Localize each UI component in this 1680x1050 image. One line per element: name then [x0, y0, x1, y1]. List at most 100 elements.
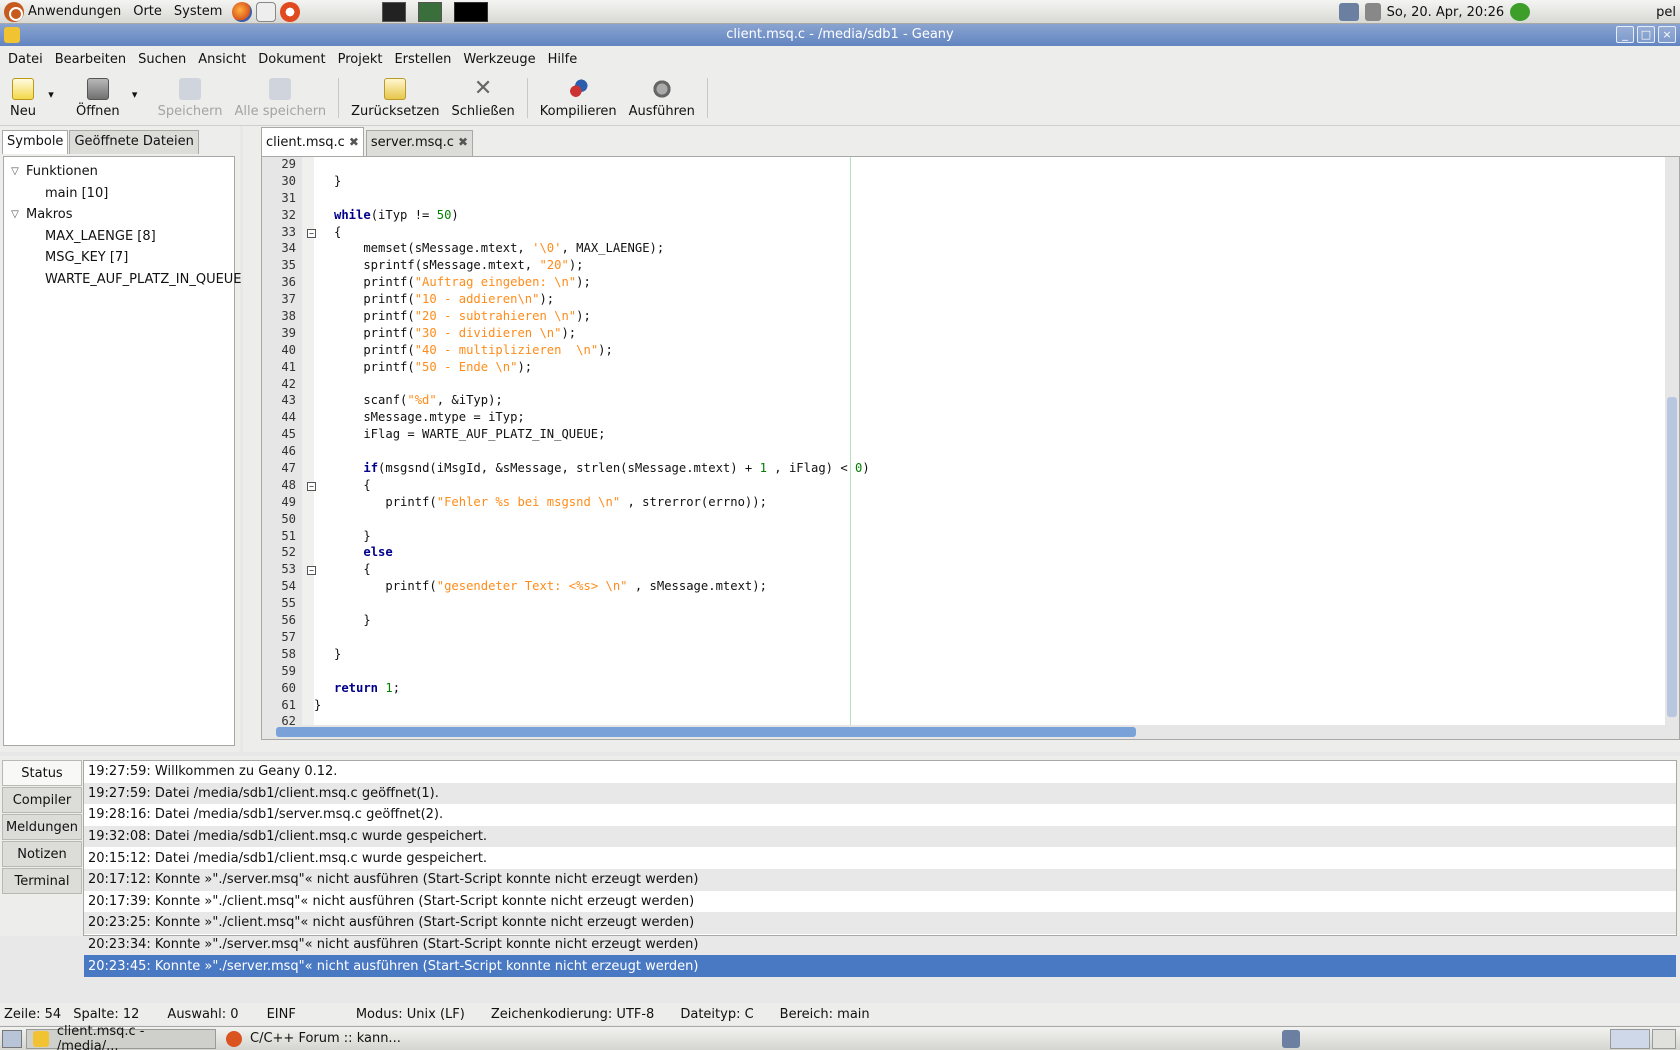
menu-system[interactable]: System: [174, 4, 222, 19]
list-item[interactable]: 20:23:25: Konnte »"./client.msq"« nicht …: [84, 912, 1676, 934]
open-button[interactable]: Öffnen: [70, 72, 126, 126]
tree-item-max-laenge[interactable]: MAX_LAENGE [8]: [4, 226, 234, 248]
fold-collapse-icon[interactable]: −: [307, 228, 316, 238]
menu-projekt[interactable]: Projekt: [334, 52, 391, 67]
code-line[interactable]: 37 printf("10 - addieren\n");: [262, 292, 1679, 309]
code-editor[interactable]: 29 30} 31 32 while(iTyp != 50) 33−{34 memset(…: [261, 156, 1680, 740]
expander-triangle-icon[interactable]: ▽: [4, 209, 26, 220]
code-line[interactable]: 49 printf("Fehler %s bei msgsnd \n" , st…: [262, 495, 1679, 512]
clock[interactable]: So, 20. Apr, 20:26: [1387, 5, 1505, 20]
code-line[interactable]: 51 }: [262, 529, 1679, 546]
run-button[interactable]: Ausführen: [623, 72, 701, 126]
save-button[interactable]: Speichern: [152, 72, 229, 126]
code-line[interactable]: 39 printf("30 - dividieren \n");: [262, 326, 1679, 343]
list-item[interactable]: 19:32:08: Datei /media/sdb1/client.msq.c…: [84, 825, 1676, 848]
new-dropdown-chevron-down-icon[interactable]: ▾: [42, 72, 60, 101]
menu-places[interactable]: Orte: [133, 4, 162, 19]
code-line[interactable]: 56 }: [262, 613, 1679, 630]
list-item[interactable]: 19:27:59: Willkommen zu Geany 0.12.: [84, 761, 1676, 783]
menu-ansicht[interactable]: Ansicht: [194, 52, 254, 67]
tab-terminal[interactable]: Terminal: [2, 868, 82, 894]
code-line[interactable]: 40 printf("40 - multiplizieren \n");: [262, 343, 1679, 360]
list-item[interactable]: 20:17:39: Konnte »"./client.msq"« nicht …: [84, 891, 1676, 913]
logout-icon[interactable]: [1510, 3, 1531, 21]
workspace-2[interactable]: [1652, 1028, 1676, 1049]
volume-icon[interactable]: [1364, 3, 1381, 21]
menu-dokument[interactable]: Dokument: [254, 52, 333, 67]
cpu-monitor-applet[interactable]: [454, 1, 489, 22]
close-file-button[interactable]: ✕ Schließen: [445, 72, 520, 126]
tab-symbols[interactable]: Symbole: [2, 130, 69, 154]
code-line[interactable]: 36 printf("Auftrag eingeben: \n");: [262, 275, 1679, 292]
tab-client-msq-c[interactable]: client.msq.c ✖: [261, 127, 364, 156]
code-line[interactable]: 32 while(iTyp != 50): [262, 208, 1679, 225]
code-line[interactable]: 34 memset(sMessage.mtext, '\0', MAX_LAEN…: [262, 241, 1679, 258]
code-line[interactable]: 58}: [262, 647, 1679, 664]
minimize-button[interactable]: _: [1616, 26, 1634, 43]
code-line[interactable]: 59: [262, 664, 1679, 681]
code-line[interactable]: 41 printf("50 - Ende \n");: [262, 360, 1679, 377]
tab-server-msq-c[interactable]: server.msq.c ✖: [365, 130, 473, 156]
window-titlebar[interactable]: client.msq.c - /media/sdb1 - Geany _ □ ×: [0, 24, 1680, 46]
list-item[interactable]: 20:17:12: Konnte »"./server.msq"« nicht …: [84, 868, 1676, 891]
expander-triangle-icon[interactable]: ▽: [4, 166, 26, 177]
tree-group-macros[interactable]: ▽ Makros: [4, 204, 234, 226]
code-line[interactable]: 55: [262, 596, 1679, 613]
code-line[interactable]: 38 printf("20 - subtrahieren \n");: [262, 309, 1679, 326]
code-line[interactable]: 57: [262, 630, 1679, 647]
list-item[interactable]: 20:15:12: Datei /media/sdb1/client.msq.c…: [84, 847, 1676, 869]
tree-group-functions[interactable]: ▽ Funktionen: [4, 161, 234, 183]
scrollbar-thumb[interactable]: [1667, 397, 1677, 717]
code-line[interactable]: 61}: [262, 698, 1679, 715]
tab-compiler[interactable]: Compiler: [2, 787, 82, 813]
menu-hilfe[interactable]: Hilfe: [544, 52, 586, 67]
vertical-scrollbar[interactable]: [1665, 157, 1679, 727]
code-line[interactable]: 44 sMessage.mtype = iTyp;: [262, 410, 1679, 427]
menu-applications[interactable]: Anwendungen: [28, 4, 121, 19]
tree-item-msg-key[interactable]: MSG_KEY [7]: [4, 247, 234, 269]
code-line[interactable]: 54 printf("gesendeter Text: <%s> \n" , s…: [262, 579, 1679, 596]
code-line[interactable]: 33 − {: [262, 225, 1679, 242]
new-button[interactable]: Neu: [4, 72, 42, 126]
close-tab-icon[interactable]: ✖: [349, 135, 359, 149]
code-line[interactable]: 50: [262, 512, 1679, 529]
workspace-switcher-icon[interactable]: [1282, 1029, 1300, 1048]
code-line[interactable]: 29: [262, 157, 1679, 174]
menu-suchen[interactable]: Suchen: [134, 52, 194, 67]
firefox-launcher-icon[interactable]: [232, 1, 253, 22]
tab-meldungen[interactable]: Meldungen: [2, 814, 82, 840]
maximize-button[interactable]: □: [1637, 26, 1655, 43]
close-window-button[interactable]: ×: [1658, 26, 1676, 43]
code-line[interactable]: 43 scanf("%d", &iTyp);: [262, 393, 1679, 410]
user-name[interactable]: pel: [1656, 5, 1676, 20]
ubuntu-logo-icon[interactable]: [4, 1, 24, 22]
menu-datei[interactable]: Datei: [4, 52, 51, 67]
code-line[interactable]: 52 else: [262, 545, 1679, 562]
scrollbar-thumb[interactable]: [276, 727, 1136, 737]
code-line[interactable]: 53 − {: [262, 562, 1679, 579]
help-launcher-icon[interactable]: [280, 1, 301, 22]
network-icon[interactable]: [1338, 3, 1359, 21]
mail-launcher-icon[interactable]: [256, 1, 277, 22]
tree-item-main[interactable]: main [10]: [4, 183, 234, 205]
code-line[interactable]: 42: [262, 377, 1679, 394]
code-line[interactable]: 45 iFlag = WARTE_AUF_PLATZ_IN_QUEUE;: [262, 427, 1679, 444]
workspace-1[interactable]: [1610, 1028, 1650, 1049]
save-all-button[interactable]: Alle speichern: [229, 72, 333, 126]
terminal-launcher-icon[interactable]: [382, 1, 407, 22]
open-dropdown-chevron-down-icon[interactable]: ▾: [126, 72, 144, 101]
tab-notizen[interactable]: Notizen: [2, 841, 82, 867]
code-line[interactable]: 60 return 1;: [262, 681, 1679, 698]
code-line[interactable]: 31: [262, 191, 1679, 208]
system-monitor-launcher-icon[interactable]: [418, 1, 443, 22]
close-tab-icon[interactable]: ✖: [458, 135, 468, 149]
code-line[interactable]: 30}: [262, 174, 1679, 191]
list-item[interactable]: 19:27:59: Datei /media/sdb1/client.msq.c…: [84, 782, 1676, 805]
show-desktop-icon[interactable]: [2, 1029, 22, 1048]
code-line[interactable]: 46: [262, 444, 1679, 461]
menu-erstellen[interactable]: Erstellen: [390, 52, 459, 67]
revert-button[interactable]: Zurücksetzen: [345, 72, 445, 126]
menu-werkzeuge[interactable]: Werkzeuge: [459, 52, 543, 67]
compile-button[interactable]: Kompilieren: [534, 72, 623, 126]
list-item[interactable]: 19:28:16: Datei /media/sdb1/server.msq.c…: [84, 804, 1676, 826]
